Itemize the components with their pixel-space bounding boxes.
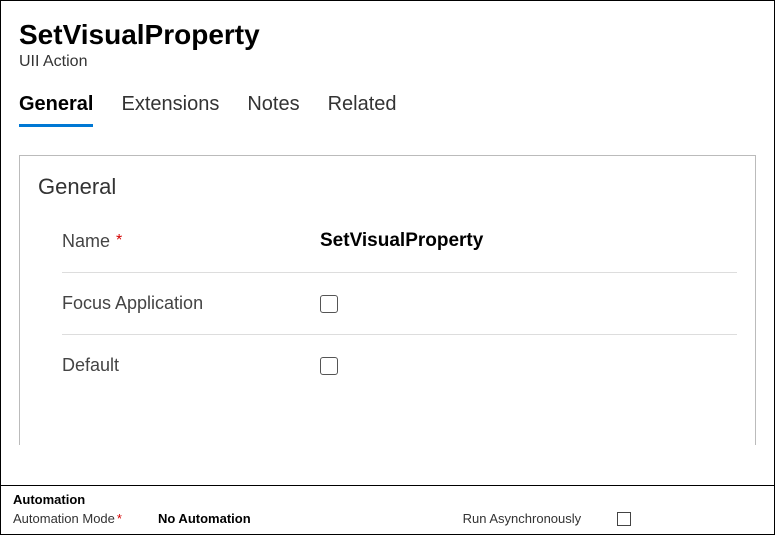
automation-mode-value[interactable]: No Automation bbox=[158, 511, 251, 526]
section-title-general: General bbox=[38, 174, 737, 200]
tab-notes[interactable]: Notes bbox=[247, 93, 299, 127]
name-label: Name bbox=[62, 231, 110, 252]
focus-application-label: Focus Application bbox=[62, 293, 203, 314]
name-required-indicator: * bbox=[116, 232, 122, 250]
focus-application-checkbox[interactable] bbox=[320, 295, 338, 313]
tab-extensions[interactable]: Extensions bbox=[121, 93, 219, 127]
automation-mode-label: Automation Mode bbox=[13, 511, 115, 526]
default-checkbox[interactable] bbox=[320, 357, 338, 375]
name-input[interactable]: SetVisualProperty bbox=[320, 230, 483, 252]
automation-section-title: Automation bbox=[13, 492, 762, 507]
automation-mode-required-indicator: * bbox=[117, 511, 122, 526]
entity-type-label: UII Action bbox=[19, 53, 756, 71]
field-row-default: Default bbox=[62, 335, 737, 396]
default-label: Default bbox=[62, 355, 119, 376]
tab-bar: General Extensions Notes Related bbox=[1, 79, 774, 127]
automation-panel: Automation Automation Mode * No Automati… bbox=[1, 485, 774, 534]
run-async-label: Run Asynchronously bbox=[463, 511, 582, 526]
tab-related[interactable]: Related bbox=[328, 93, 397, 127]
general-section: General Name * SetVisualProperty Focus A… bbox=[19, 155, 756, 445]
page-title: SetVisualProperty bbox=[19, 19, 756, 51]
field-row-focus-application: Focus Application bbox=[62, 273, 737, 335]
tab-general[interactable]: General bbox=[19, 93, 93, 127]
field-row-name: Name * SetVisualProperty bbox=[62, 210, 737, 273]
run-async-checkbox[interactable] bbox=[617, 512, 631, 526]
